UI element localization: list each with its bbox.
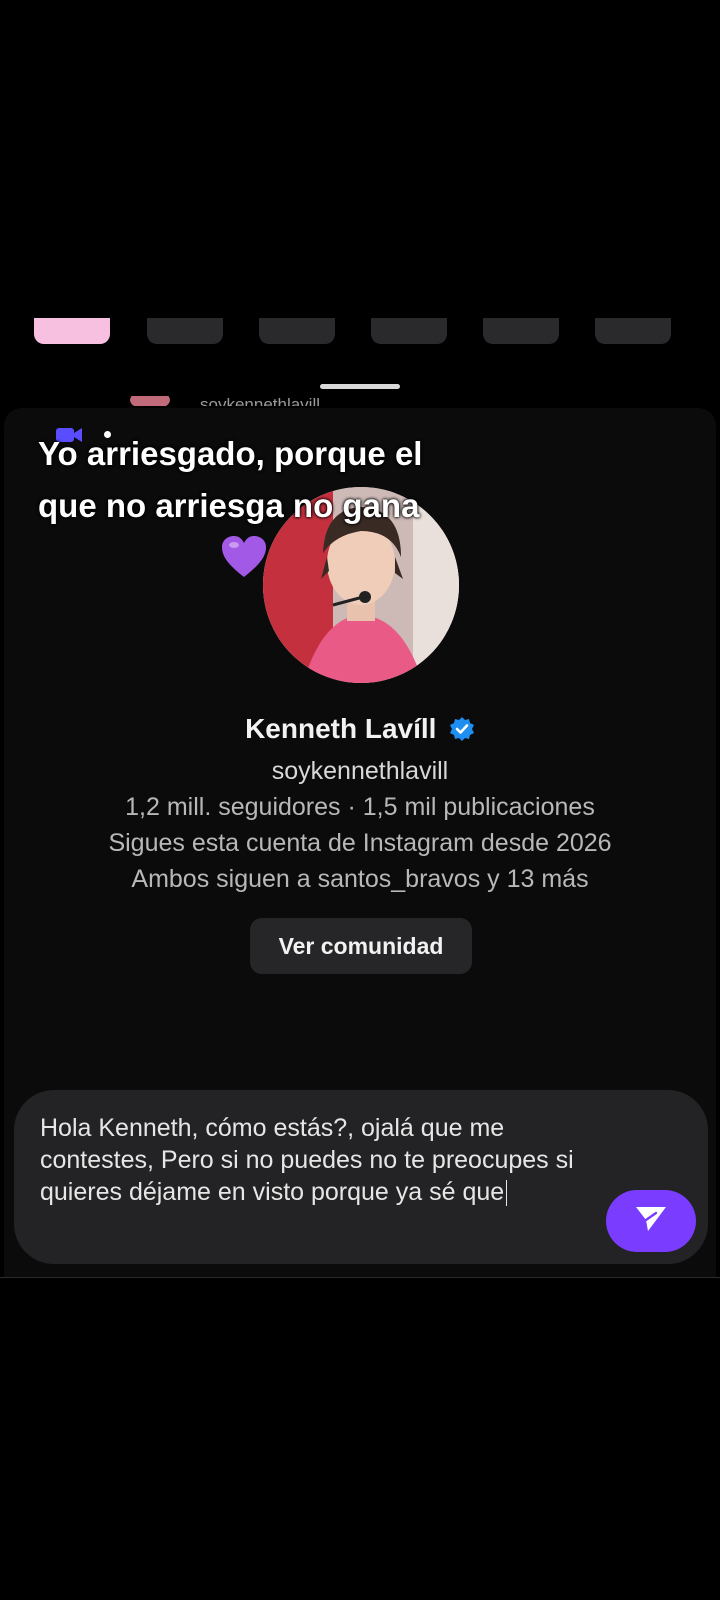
send-button[interactable]: [606, 1190, 696, 1252]
tab-bar: [34, 318, 686, 346]
tab-3[interactable]: [259, 318, 335, 344]
tab-2[interactable]: [147, 318, 223, 344]
purple-heart-icon: [220, 535, 268, 579]
peek-username: soykennethlavill: [200, 395, 321, 406]
follow-since-text: Sigues esta cuenta de Instagram desde 20…: [108, 829, 612, 857]
mutual-followers-text[interactable]: Ambos siguen a santos_bravos y 13 más: [0, 865, 720, 894]
profile-name-row: Kenneth Lavíll: [0, 713, 720, 745]
caption-line-1: Yo arriesgado, porque el: [38, 435, 423, 472]
tab-6[interactable]: [595, 318, 671, 344]
video-caption: Yo arriesgado, porque el que no arriesga…: [38, 428, 498, 532]
tab-4[interactable]: [371, 318, 447, 344]
sheet-bottom-divider: [0, 1277, 720, 1278]
view-community-button[interactable]: Ver comunidad: [250, 918, 472, 974]
sheet-drag-handle[interactable]: [320, 384, 400, 389]
caption-line-2: que no arriesga no gana: [38, 487, 420, 524]
profile-username: soykennethlavill: [271, 757, 449, 785]
tab-1[interactable]: [34, 318, 110, 344]
text-caret: [506, 1180, 508, 1207]
message-text: Hola Kenneth, cómo estás?, ojalá que me …: [40, 1114, 574, 1206]
peek-avatar: [130, 396, 170, 406]
send-icon: [634, 1204, 668, 1239]
tab-5[interactable]: [483, 318, 559, 344]
profile-stats: 1,2 mill. seguidores · 1,5 mil publicaci…: [125, 793, 595, 821]
profile-name: Kenneth Lavíll: [245, 713, 437, 744]
message-input[interactable]: Hola Kenneth, cómo estás?, ojalá que me …: [40, 1112, 600, 1208]
verified-badge-icon: [449, 716, 475, 742]
